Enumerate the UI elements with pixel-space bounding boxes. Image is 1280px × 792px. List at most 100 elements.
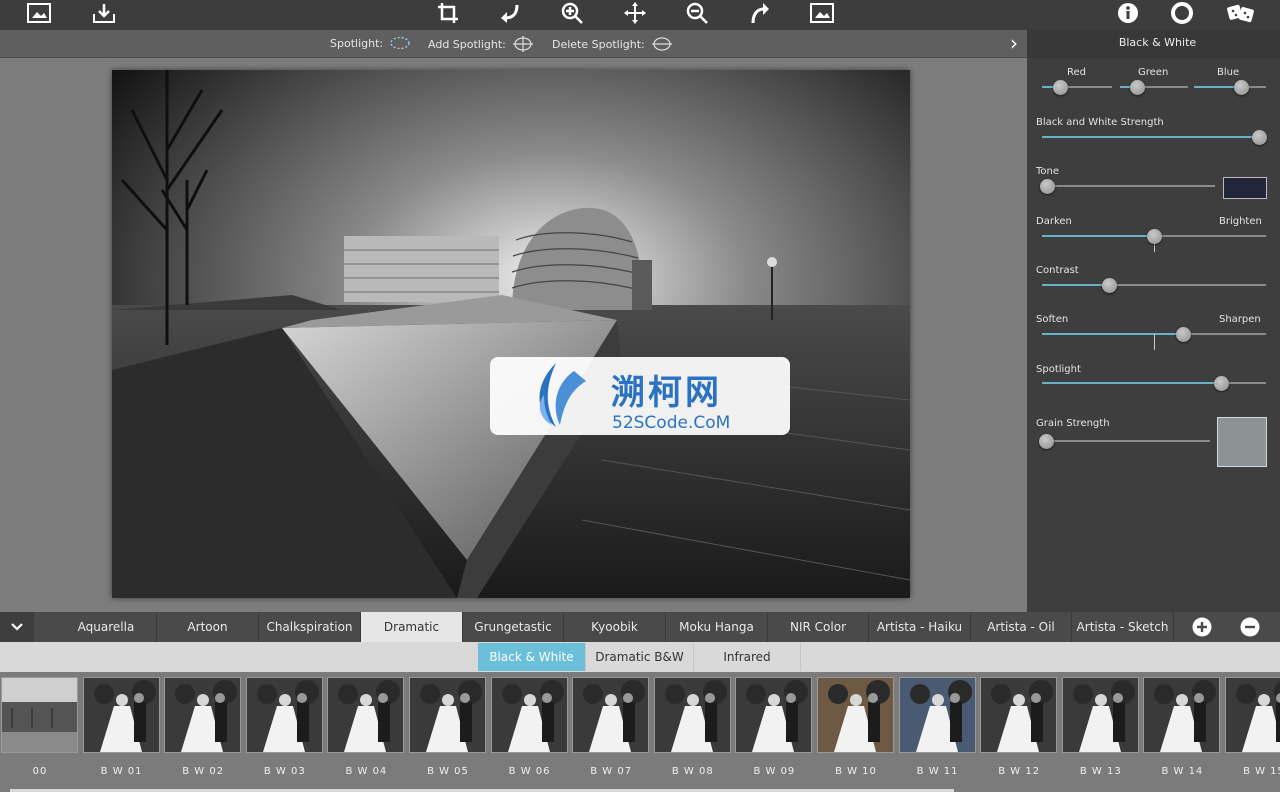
darken-brighten-slider[interactable] xyxy=(1042,228,1266,252)
open-image-button[interactable] xyxy=(24,0,54,26)
delete-spotlight-label: Delete Spotlight: xyxy=(552,37,645,51)
slider-knob[interactable] xyxy=(1214,376,1230,391)
delete-spotlight-icon[interactable] xyxy=(651,36,673,52)
bw-strength-slider[interactable] xyxy=(1042,129,1267,145)
tab-aquarella[interactable]: Aquarella xyxy=(56,612,157,642)
thumbnail-label: 00 xyxy=(32,766,48,777)
bw-strength-label: Black and White Strength xyxy=(1036,117,1164,128)
watermark-logo-icon xyxy=(539,363,586,427)
rotate-right-icon xyxy=(751,3,769,24)
tab-artista-sketch[interactable]: Artista - Sketch xyxy=(1072,612,1174,642)
preset-thumbnail[interactable] xyxy=(980,677,1058,753)
subtab-black-white[interactable]: Black & White xyxy=(478,643,586,671)
slider-knob[interactable] xyxy=(1040,179,1056,194)
slider-knob[interactable] xyxy=(1233,80,1249,95)
tab-nir-color[interactable]: NIR Color xyxy=(768,612,869,642)
preset-thumbnail[interactable] xyxy=(653,677,731,753)
contrast-slider[interactable] xyxy=(1042,277,1266,293)
red-slider[interactable] xyxy=(1042,79,1112,95)
darken-label: Darken xyxy=(1036,216,1072,227)
slider-knob[interactable] xyxy=(1147,229,1162,244)
contrast-label: Contrast xyxy=(1036,265,1079,276)
rotate-left-button[interactable] xyxy=(495,0,525,26)
preset-thumbnail[interactable] xyxy=(327,677,405,753)
soften-sharpen-slider[interactable] xyxy=(1042,326,1266,350)
subtab-dramatic-bw[interactable]: Dramatic B&W xyxy=(586,643,694,671)
tab-dramatic[interactable]: Dramatic xyxy=(361,612,463,642)
slider-track[interactable] xyxy=(1194,86,1266,88)
photo-illustration xyxy=(112,70,910,598)
tab-kyoobik[interactable]: Kyoobik xyxy=(564,612,666,642)
spotlight-strength-slider[interactable] xyxy=(1042,375,1266,391)
add-spotlight-control[interactable]: Add Spotlight: xyxy=(428,36,534,52)
crop-button[interactable] xyxy=(433,0,463,26)
spotlight-ellipse-icon[interactable] xyxy=(389,36,411,50)
slider-knob[interactable] xyxy=(1052,80,1068,95)
slider-track[interactable] xyxy=(1046,440,1210,442)
blue-slider[interactable] xyxy=(1194,79,1266,95)
tone-slider[interactable] xyxy=(1040,178,1215,194)
slider-knob[interactable] xyxy=(1102,278,1118,293)
preset-thumbnail[interactable] xyxy=(735,677,813,753)
preset-thumbnail[interactable] xyxy=(1143,677,1221,753)
grain-texture-swatch[interactable] xyxy=(1217,417,1267,467)
green-slider[interactable] xyxy=(1120,79,1188,95)
preset-thumbnail[interactable] xyxy=(572,677,650,753)
preset-thumbnail[interactable] xyxy=(817,677,894,753)
save-image-button[interactable] xyxy=(89,0,119,26)
slider-track[interactable] xyxy=(1042,284,1266,286)
add-effect-button[interactable] xyxy=(1191,616,1213,642)
collapse-strip-button[interactable] xyxy=(0,612,34,642)
preset-thumbnail[interactable] xyxy=(898,677,976,753)
random-effect-button[interactable] xyxy=(1226,0,1256,26)
tab-moku-hanga[interactable]: Moku Hanga xyxy=(666,612,768,642)
tab-artoon[interactable]: Artoon xyxy=(157,612,259,642)
tone-color-swatch[interactable] xyxy=(1223,177,1267,199)
preset-thumbnail[interactable] xyxy=(1,677,78,753)
slider-fill xyxy=(1042,136,1259,138)
preset-thumbnail[interactable] xyxy=(490,677,568,753)
slider-track[interactable] xyxy=(1042,382,1266,384)
blue-label: Blue xyxy=(1217,67,1240,78)
sharpen-label: Sharpen xyxy=(1219,314,1261,325)
slider-knob[interactable] xyxy=(1130,80,1145,95)
slider-knob[interactable] xyxy=(1176,327,1192,342)
spotlight-label: Spotlight: xyxy=(330,36,384,50)
edited-photo[interactable] xyxy=(112,70,910,598)
preset-thumbnail[interactable] xyxy=(245,677,323,753)
brighten-label: Brighten xyxy=(1219,216,1262,227)
tab-grungetastic[interactable]: Grungetastic xyxy=(463,612,564,642)
grain-strength-slider[interactable] xyxy=(1039,433,1210,449)
preset-thumbnail[interactable] xyxy=(409,677,486,753)
info-button[interactable] xyxy=(1113,0,1143,26)
slider-knob[interactable] xyxy=(1252,130,1267,145)
preset-thumbnail[interactable] xyxy=(82,677,160,753)
tab-chalkspiration[interactable]: Chalkspiration xyxy=(259,612,361,642)
soften-label: Soften xyxy=(1036,314,1069,325)
preset-thumbnail[interactable] xyxy=(164,677,242,753)
remove-effect-button[interactable] xyxy=(1239,616,1261,642)
compare-original-button[interactable] xyxy=(807,0,837,26)
delete-spotlight-control[interactable]: Delete Spotlight: xyxy=(552,36,673,52)
add-spotlight-label: Add Spotlight: xyxy=(428,37,506,51)
subtab-infrared[interactable]: Infrared xyxy=(694,643,801,671)
preset-thumbnail[interactable] xyxy=(1225,677,1280,753)
zoom-in-button[interactable] xyxy=(557,0,587,26)
slider-track[interactable] xyxy=(1042,136,1259,138)
panel-title: Black & White xyxy=(1118,36,1197,49)
tab-artista-oil[interactable]: Artista - Oil xyxy=(971,612,1072,642)
rotate-left-icon xyxy=(501,4,519,23)
zoom-out-button[interactable] xyxy=(682,0,712,26)
spotlight-control[interactable]: Spotlight: xyxy=(330,36,411,50)
watermark-chinese-text: 溯柯网 xyxy=(611,373,722,413)
add-spotlight-icon[interactable] xyxy=(512,36,534,52)
rotate-right-button[interactable] xyxy=(745,0,775,26)
slider-knob[interactable] xyxy=(1039,434,1054,449)
preset-thumbnail[interactable] xyxy=(1061,677,1139,753)
tab-artista-haiku[interactable]: Artista - Haiku xyxy=(869,612,971,642)
pan-button[interactable] xyxy=(620,0,650,26)
watermark-domain-text: 52SCode.CoM xyxy=(612,413,731,433)
collapse-panel-button[interactable]: › xyxy=(1006,33,1022,55)
help-button[interactable] xyxy=(1167,0,1197,26)
slider-track[interactable] xyxy=(1042,185,1215,187)
